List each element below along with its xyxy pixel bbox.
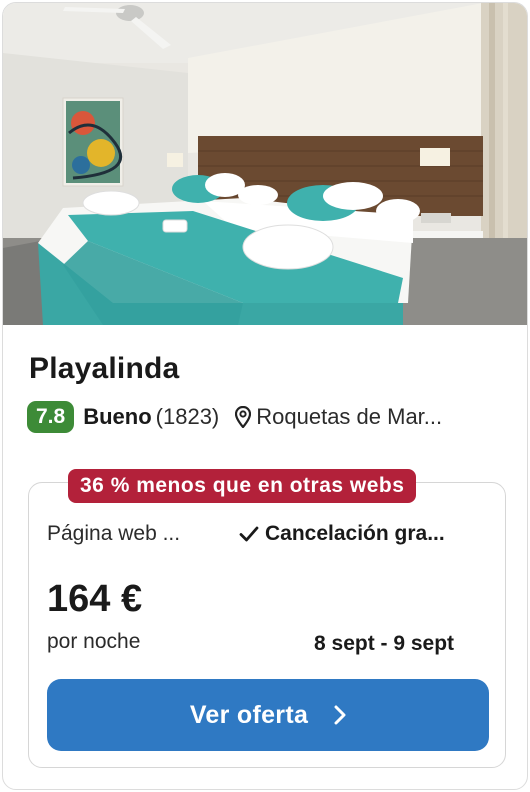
view-offer-button[interactable]: Ver oferta: [47, 679, 489, 751]
price: 164 €: [47, 578, 143, 620]
cancellation-label: Cancelación gra...: [265, 522, 445, 545]
cancellation-info: Cancelación gra...: [239, 522, 445, 546]
map-pin-icon: [235, 406, 252, 428]
provider-name: Página web ...: [47, 522, 181, 545]
savings-badge: 36 % menos que en otras webs: [68, 469, 417, 503]
hotel-name[interactable]: Playalinda: [29, 352, 179, 386]
hotel-card[interactable]: Playalinda 7.8 Bueno (1823) Roquetas de …: [2, 2, 528, 790]
rating-score-badge: 7.8: [27, 401, 75, 433]
chevron-right-icon: [334, 705, 346, 725]
price-unit: por noche: [47, 630, 141, 653]
rating-row: 7.8 Bueno (1823) Roquetas de Mar...: [27, 399, 442, 435]
check-icon: [239, 526, 259, 542]
location-text: Roquetas de Mar...: [256, 404, 443, 429]
hotel-photo[interactable]: [3, 3, 527, 325]
view-offer-label: Ver oferta: [189, 700, 309, 729]
stay-dates: 8 sept - 9 sept: [314, 632, 455, 655]
review-count: (1823): [155, 404, 220, 429]
rating-verdict: Bueno: [83, 404, 152, 429]
